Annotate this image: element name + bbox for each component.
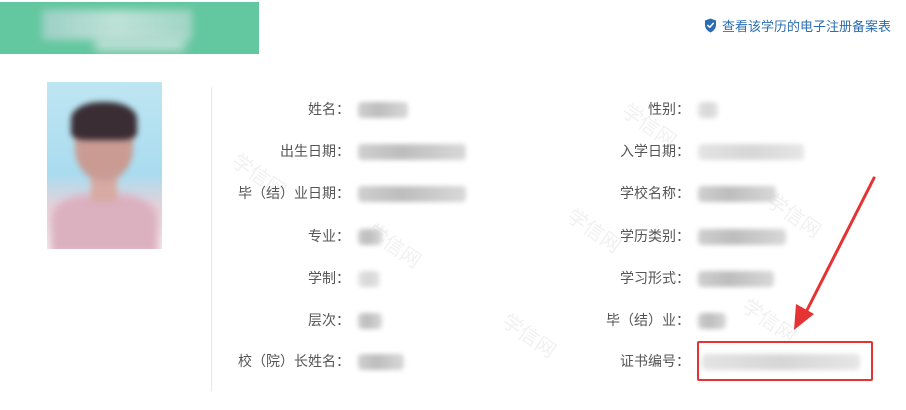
photo-hair bbox=[71, 102, 137, 140]
field-president-value-blur bbox=[358, 354, 404, 370]
field-study-form-value bbox=[698, 268, 788, 290]
field-school-name-label: 学校名称： bbox=[620, 186, 690, 202]
field-school-name-value bbox=[698, 183, 788, 205]
header-banner bbox=[0, 2, 259, 54]
field-degree-type: 学历类别： bbox=[560, 226, 690, 248]
field-name-value-blur bbox=[358, 102, 408, 118]
field-study-form-label: 学习形式： bbox=[620, 271, 690, 287]
field-gender-value bbox=[698, 99, 728, 121]
field-enroll-date-value-blur bbox=[698, 144, 804, 160]
field-birthdate-label: 出生日期： bbox=[280, 144, 350, 160]
field-name: 姓名： bbox=[220, 99, 350, 121]
field-enroll-date-label: 入学日期： bbox=[620, 144, 690, 160]
field-graduation-status-value bbox=[698, 310, 738, 332]
field-president-value bbox=[358, 351, 418, 373]
field-graduation-status-value-blur bbox=[698, 313, 726, 329]
field-duration-value bbox=[358, 268, 398, 290]
field-school-name-value-blur bbox=[698, 186, 776, 202]
field-level-value bbox=[358, 310, 398, 332]
vertical-divider bbox=[211, 87, 212, 391]
student-record-page: 查看该学历的电子注册备案表 学信网 学信网 学信网 学信网 学信网 学信网 学信… bbox=[0, 0, 906, 410]
field-major-label: 专业： bbox=[308, 229, 350, 245]
field-enroll-date-value bbox=[698, 141, 818, 163]
field-birthdate-value bbox=[358, 141, 478, 163]
field-duration-value-blur bbox=[358, 271, 380, 287]
field-major-value-blur bbox=[358, 229, 382, 245]
field-graduation-date: 毕（结）业日期： bbox=[220, 183, 350, 205]
field-enroll-date: 入学日期： bbox=[560, 141, 690, 163]
field-level: 层次： bbox=[220, 310, 350, 332]
field-certificate-no: 证书编号： bbox=[560, 351, 690, 373]
blurred-subtitle bbox=[95, 37, 185, 51]
field-gender-label: 性别： bbox=[648, 102, 690, 118]
field-degree-type-label: 学历类别： bbox=[620, 229, 690, 245]
photo-shoulders bbox=[51, 194, 158, 249]
field-graduation-status-label: 毕（结）业： bbox=[606, 313, 690, 329]
field-graduation-status: 毕（结）业： bbox=[560, 310, 690, 332]
field-graduation-date-value-blur bbox=[358, 186, 466, 202]
field-gender: 性别： bbox=[560, 99, 690, 121]
shield-check-icon bbox=[704, 18, 716, 33]
field-president: 校（院）长姓名： bbox=[220, 351, 350, 373]
field-level-value-blur bbox=[358, 313, 382, 329]
student-photo bbox=[47, 82, 162, 249]
field-gender-value-blur bbox=[698, 102, 718, 118]
field-name-value bbox=[358, 99, 418, 121]
field-degree-type-value-blur bbox=[698, 229, 786, 245]
field-study-form-value-blur bbox=[698, 271, 774, 287]
field-graduation-date-value bbox=[358, 183, 478, 205]
blurred-school-name bbox=[42, 10, 192, 40]
field-major: 专业： bbox=[220, 226, 350, 248]
red-arrow-annotation bbox=[794, 176, 876, 330]
view-registration-record-link[interactable]: 查看该学历的电子注册备案表 bbox=[704, 16, 891, 35]
view-registration-record-label: 查看该学历的电子注册备案表 bbox=[721, 20, 891, 35]
field-birthdate-value-blur bbox=[358, 144, 466, 160]
watermark: 学信网 bbox=[497, 308, 561, 363]
field-school-name: 学校名称： bbox=[560, 183, 690, 205]
certificate-highlight-box bbox=[697, 341, 873, 381]
field-birthdate: 出生日期： bbox=[220, 141, 350, 163]
field-duration: 学制： bbox=[220, 268, 350, 290]
field-major-value bbox=[358, 226, 398, 248]
field-president-label: 校（院）长姓名： bbox=[238, 354, 350, 370]
field-certificate-no-label: 证书编号： bbox=[620, 354, 690, 370]
field-graduation-date-label: 毕（结）业日期： bbox=[238, 186, 350, 202]
field-name-label: 姓名： bbox=[308, 102, 350, 118]
field-level-label: 层次： bbox=[308, 313, 350, 329]
field-duration-label: 学制： bbox=[308, 271, 350, 287]
field-study-form: 学习形式： bbox=[560, 268, 690, 290]
